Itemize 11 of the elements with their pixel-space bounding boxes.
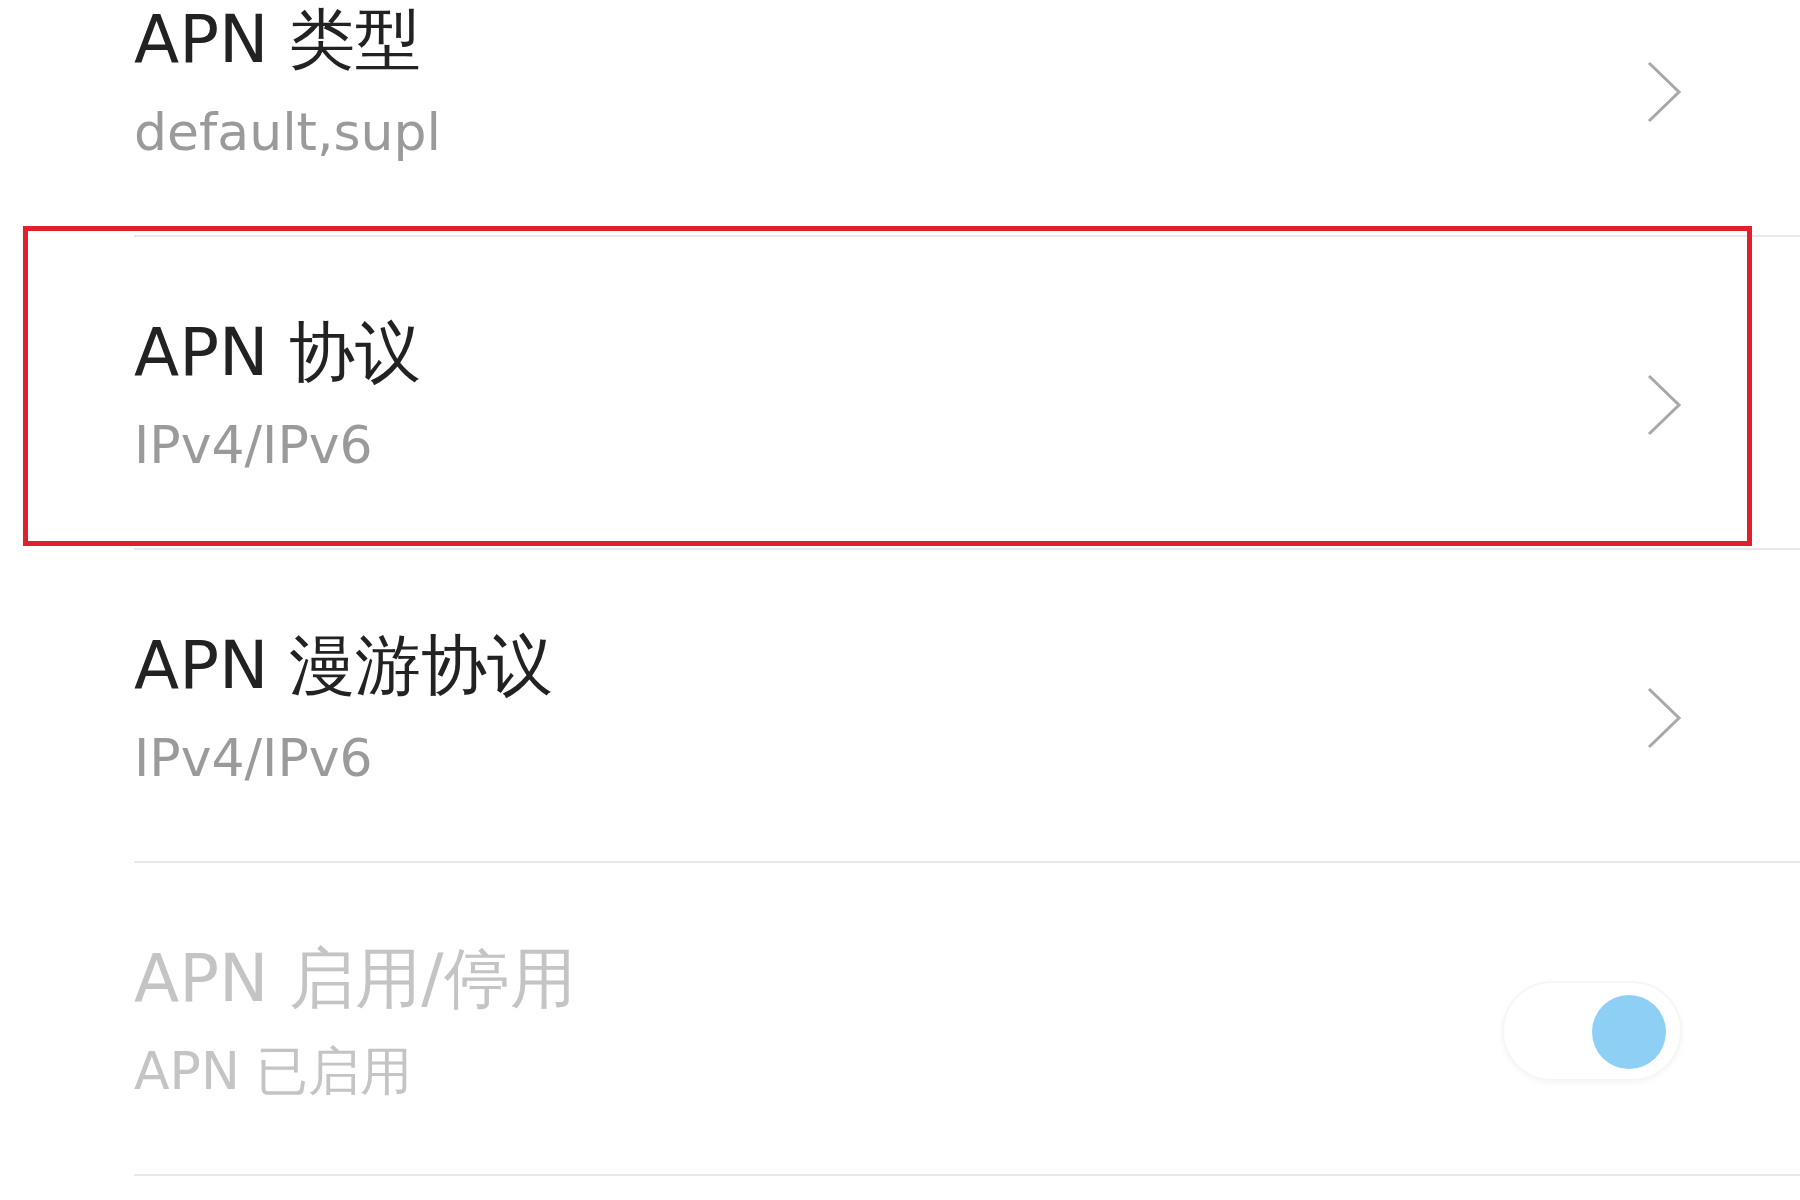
setting-title: APN 启用/停用 xyxy=(134,939,576,1019)
setting-title: APN 类型 xyxy=(134,0,423,80)
setting-value: default,supl xyxy=(134,101,441,164)
setting-title: APN 漫游协议 xyxy=(134,626,554,706)
chevron-right-icon[interactable] xyxy=(1646,686,1682,750)
chevron-right-icon[interactable] xyxy=(1646,60,1682,124)
chevron-right-icon[interactable] xyxy=(1646,373,1682,437)
setting-value: APN 已启用 xyxy=(134,1040,414,1103)
setting-value: IPv4/IPv6 xyxy=(134,727,374,790)
setting-title: APN 协议 xyxy=(134,313,422,393)
setting-value: IPv4/IPv6 xyxy=(134,414,374,477)
